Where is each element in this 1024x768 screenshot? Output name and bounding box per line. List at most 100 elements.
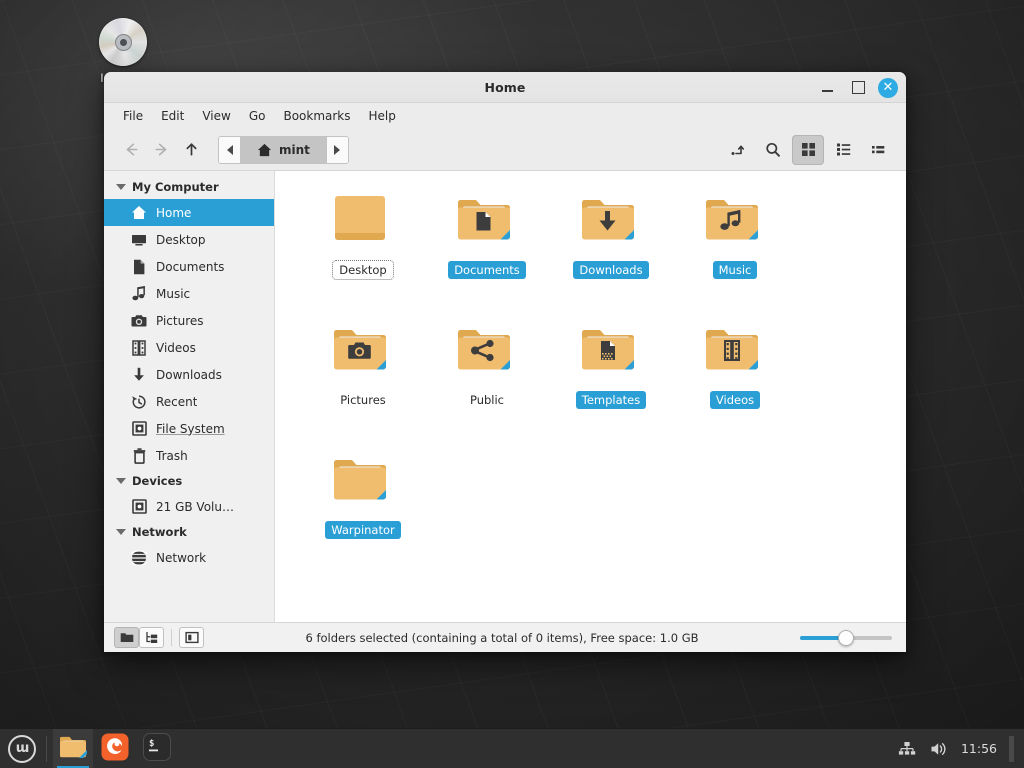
back-arrow-icon <box>123 141 140 158</box>
drive-icon <box>131 421 147 437</box>
file-item-desktop[interactable]: Desktop <box>301 187 425 317</box>
zoom-slider[interactable] <box>800 628 892 648</box>
sidebar-item-music[interactable]: Music <box>104 280 274 307</box>
file-item-label: Videos <box>710 391 760 409</box>
sidebar-item-label: Documents <box>156 260 224 274</box>
status-separator <box>171 629 172 646</box>
file-item-documents[interactable]: Documents <box>425 187 549 317</box>
file-item-warpinator[interactable]: Warpinator <box>301 447 425 577</box>
file-item-label: Music <box>713 261 758 279</box>
tree-sidebar-icon <box>145 631 159 644</box>
show-sidebar-icon <box>185 631 199 644</box>
sidebar-item-network[interactable]: Network <box>104 544 274 571</box>
document-icon <box>131 259 147 275</box>
folder-icon <box>703 193 767 253</box>
taskbar-terminal[interactable]: $ <box>137 729 177 768</box>
file-item-label: Pictures <box>334 391 392 409</box>
window-title: Home <box>104 80 906 95</box>
zoom-slider-handle[interactable] <box>838 630 854 646</box>
file-item-templates[interactable]: Templates <box>549 317 673 447</box>
file-item-music[interactable]: Music <box>673 187 797 317</box>
folder-icon <box>579 323 643 383</box>
menu-bookmarks[interactable]: Bookmarks <box>274 106 359 126</box>
file-view[interactable]: DesktopDocuments Downloads Music Pictures Pu… <box>275 171 906 622</box>
folder-icon <box>331 453 395 513</box>
path-bar[interactable]: mint <box>218 136 349 164</box>
taskbar-launchers[interactable]: $ <box>53 729 177 768</box>
sidebar-section-network[interactable]: Network <box>104 520 274 544</box>
view-compact-button[interactable] <box>862 135 894 165</box>
sidebar-item-file-system[interactable]: File System <box>104 415 274 442</box>
mint-menu-button[interactable]: ɯ <box>0 729 44 768</box>
toggle-location-entry-button[interactable] <box>722 135 754 165</box>
close-button[interactable]: ✕ <box>878 78 898 98</box>
view-icon-button[interactable] <box>792 135 824 165</box>
sidebar[interactable]: My ComputerHome Desktop Documents MusicPict… <box>104 171 275 622</box>
minimize-button[interactable] <box>816 77 838 99</box>
file-item-downloads[interactable]: Downloads <box>549 187 673 317</box>
taskbar-file-manager[interactable] <box>53 729 93 768</box>
taskbar-firefox[interactable] <box>95 729 135 768</box>
tree-sidebar-button[interactable] <box>139 627 164 648</box>
folder-icon <box>331 323 395 383</box>
panel-edge-handle[interactable] <box>1009 736 1014 762</box>
sidebar-item-21-gb-volu[interactable]: 21 GB Volu… <box>104 493 274 520</box>
places-sidebar-button[interactable] <box>114 627 139 648</box>
sidebar-item-trash[interactable]: Trash <box>104 442 274 469</box>
desktop[interactable]: Install... Home ✕ FileEditViewGoBookmark… <box>0 0 1024 768</box>
toggle-location-entry-icon <box>729 141 747 159</box>
sidebar-item-downloads[interactable]: Downloads <box>104 361 274 388</box>
file-manager-window[interactable]: Home ✕ FileEditViewGoBookmarksHelp <box>104 72 906 652</box>
list-view-icon <box>835 141 852 158</box>
places-sidebar-icon <box>120 631 134 644</box>
show-sidebar-button[interactable] <box>179 627 204 648</box>
network-tray-button[interactable] <box>897 739 917 759</box>
sidebar-item-pictures[interactable]: Pictures <box>104 307 274 334</box>
window-titlebar[interactable]: Home ✕ <box>104 72 906 103</box>
sidebar-section-my-computer[interactable]: My Computer <box>104 175 274 199</box>
view-list-button[interactable] <box>827 135 859 165</box>
sidebar-item-videos[interactable]: Videos <box>104 334 274 361</box>
clock[interactable]: 11:56 <box>961 741 997 756</box>
maximize-button[interactable] <box>847 77 869 99</box>
menu-go[interactable]: Go <box>240 106 275 126</box>
file-item-pictures[interactable]: Pictures <box>301 317 425 447</box>
chevron-left-icon <box>227 145 233 155</box>
forward-button[interactable] <box>146 136 176 164</box>
search-button[interactable] <box>757 135 789 165</box>
home-icon <box>257 143 272 157</box>
music-note-icon <box>131 286 147 302</box>
path-scroll-left-button[interactable] <box>219 137 241 163</box>
sidebar-section-devices[interactable]: Devices <box>104 469 274 493</box>
taskbar[interactable]: ɯ $ 11:56 <box>0 728 1024 768</box>
status-bar[interactable]: 6 folders selected (containing a total o… <box>104 622 906 652</box>
camera-icon <box>131 313 147 329</box>
breadcrumb-mint[interactable]: mint <box>241 137 326 163</box>
menu-bar[interactable]: FileEditViewGoBookmarksHelp <box>104 103 906 129</box>
window-controls: ✕ <box>816 72 898 103</box>
sidebar-item-label: Downloads <box>156 368 222 382</box>
back-button[interactable] <box>116 136 146 164</box>
path-scroll-right-button[interactable] <box>326 137 348 163</box>
up-button[interactable] <box>176 136 206 164</box>
sidebar-item-recent[interactable]: Recent <box>104 388 274 415</box>
menu-edit[interactable]: Edit <box>152 106 193 126</box>
sidebar-item-home[interactable]: Home <box>104 199 274 226</box>
sidebar-item-documents[interactable]: Documents <box>104 253 274 280</box>
folder-icon <box>703 323 767 383</box>
sidebar-item-desktop[interactable]: Desktop <box>104 226 274 253</box>
folder-icon <box>331 193 395 253</box>
sidebar-item-label: Network <box>156 551 206 565</box>
sidebar-item-label: Desktop <box>156 233 206 247</box>
system-tray[interactable]: 11:56 <box>897 736 1024 762</box>
toolbar[interactable]: mint <box>104 129 906 171</box>
menu-view[interactable]: View <box>193 106 239 126</box>
volume-tray-button[interactable] <box>929 739 949 759</box>
menu-help[interactable]: Help <box>360 106 405 126</box>
file-item-videos[interactable]: Videos <box>673 317 797 447</box>
file-item-label: Downloads <box>573 261 648 279</box>
file-item-public[interactable]: Public <box>425 317 549 447</box>
folder-icon <box>455 193 519 253</box>
terminal-icon: $ <box>143 733 171 765</box>
menu-file[interactable]: File <box>114 106 152 126</box>
